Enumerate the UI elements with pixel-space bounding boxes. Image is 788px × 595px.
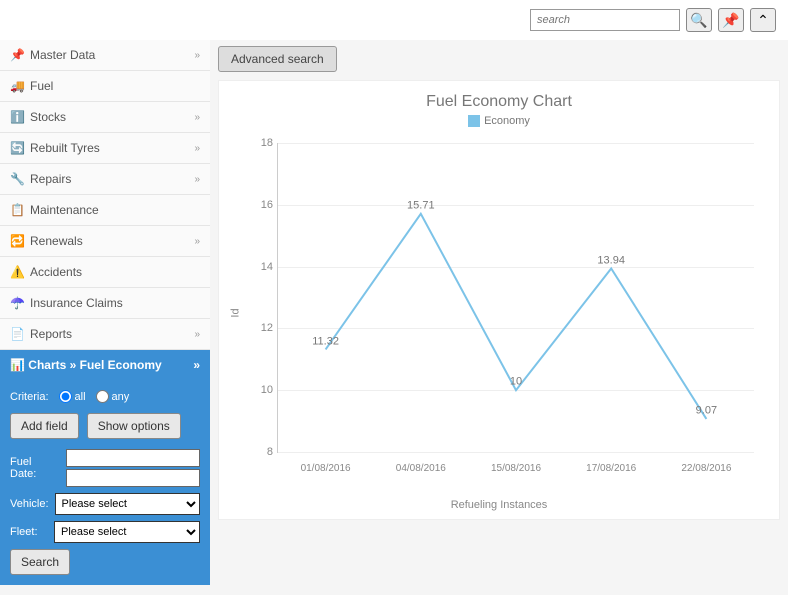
menu-icon: ⚠️: [10, 265, 24, 279]
chart-legend: Economy: [227, 115, 771, 127]
x-tick: 22/08/2016: [681, 463, 731, 474]
search-icon[interactable]: 🔍: [686, 8, 712, 32]
sidebar-item-renewals[interactable]: 🔁Renewals»: [0, 226, 210, 257]
menu-icon: ☂️: [10, 296, 24, 310]
vehicle-select[interactable]: Please select: [55, 493, 200, 515]
x-axis-label: Refueling Instances: [227, 499, 771, 511]
x-tick: 15/08/2016: [491, 463, 541, 474]
pin-icon[interactable]: 📌: [718, 8, 744, 32]
fleet-label: Fleet:: [10, 526, 48, 538]
data-label: 15.71: [407, 199, 435, 211]
chevron-right-icon: »: [194, 50, 200, 61]
show-options-button[interactable]: Show options: [87, 413, 181, 439]
menu-icon: 🔄: [10, 141, 24, 155]
chart-title: Fuel Economy Chart: [227, 93, 771, 111]
sidebar-item-maintenance[interactable]: 📋Maintenance: [0, 195, 210, 226]
advanced-search-button[interactable]: Advanced search: [218, 46, 337, 72]
legend-swatch-icon: [468, 115, 480, 127]
chevron-right-icon: »: [193, 358, 200, 372]
fleet-select[interactable]: Please select: [54, 521, 200, 543]
sidebar-item-accidents[interactable]: ⚠️Accidents: [0, 257, 210, 288]
add-field-button[interactable]: Add field: [10, 413, 79, 439]
sidebar-item-fuel[interactable]: 🚚Fuel: [0, 71, 210, 102]
data-label: 13.94: [597, 254, 625, 266]
chevron-right-icon: »: [194, 174, 200, 185]
menu-icon: 🔧: [10, 172, 24, 186]
chart-card: Fuel Economy Chart Economy Id 8 10 12 14 16 1…: [218, 80, 780, 520]
x-tick: 17/08/2016: [586, 463, 636, 474]
chart-plot: Id 8101214161801/08/201604/08/201615/08/…: [239, 133, 759, 493]
sidebar-item-rebuilt-tyres[interactable]: 🔄Rebuilt Tyres»: [0, 133, 210, 164]
y-tick: 18: [248, 137, 273, 149]
menu-icon: 📋: [10, 203, 24, 217]
menu-icon: 🚚: [10, 79, 24, 93]
chart-icon: 📊: [10, 358, 25, 372]
data-label: 10: [510, 376, 522, 388]
filter-panel: Criteria: all any Add field Show options…: [0, 380, 210, 585]
sidebar: 📌Master Data»🚚Fuelℹ️Stocks»🔄Rebuilt Tyre…: [0, 40, 210, 585]
y-axis-label: Id: [230, 309, 242, 318]
sidebar-item-repairs[interactable]: 🔧Repairs»: [0, 164, 210, 195]
sidebar-item-insurance-claims[interactable]: ☂️Insurance Claims: [0, 288, 210, 319]
main-content: Advanced search Fuel Economy Chart Econo…: [210, 40, 788, 585]
x-tick: 01/08/2016: [301, 463, 351, 474]
menu-icon: 🔁: [10, 234, 24, 248]
menu-icon: 📄: [10, 327, 24, 341]
sidebar-item-master-data[interactable]: 📌Master Data»: [0, 40, 210, 71]
chevron-right-icon: »: [194, 329, 200, 340]
sidebar-item-stocks[interactable]: ℹ️Stocks»: [0, 102, 210, 133]
chevron-right-icon: »: [194, 143, 200, 154]
menu-icon: 📌: [10, 48, 24, 62]
criteria-all[interactable]: all: [59, 390, 86, 403]
criteria-label: Criteria:: [10, 391, 49, 403]
chevron-right-icon: »: [194, 112, 200, 123]
search-input[interactable]: [530, 9, 680, 31]
fuel-date-from[interactable]: [66, 449, 200, 467]
sidebar-active-charts[interactable]: 📊 Charts » Fuel Economy »: [0, 350, 210, 380]
chevron-right-icon: »: [194, 236, 200, 247]
criteria-any[interactable]: any: [96, 390, 130, 403]
menu-icon: ℹ️: [10, 110, 24, 124]
y-tick: 16: [248, 199, 273, 211]
data-label: 9.07: [696, 405, 717, 417]
fuel-date-label: Fuel Date:: [10, 456, 60, 480]
vehicle-label: Vehicle:: [10, 498, 49, 510]
breadcrumb: Charts » Fuel Economy: [28, 358, 161, 372]
collapse-icon[interactable]: ⌃: [750, 8, 776, 32]
fuel-date-to[interactable]: [66, 469, 200, 487]
sidebar-item-reports[interactable]: 📄Reports»: [0, 319, 210, 350]
y-tick: 10: [248, 384, 273, 396]
y-tick: 12: [248, 322, 273, 334]
search-button[interactable]: Search: [10, 549, 70, 575]
data-label: 11.32: [312, 335, 339, 347]
x-tick: 04/08/2016: [396, 463, 446, 474]
y-tick: 8: [248, 446, 273, 458]
y-tick: 14: [248, 261, 273, 273]
